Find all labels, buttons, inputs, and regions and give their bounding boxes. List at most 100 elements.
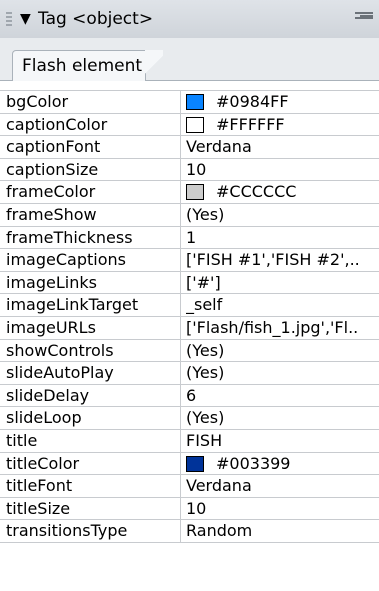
property-name: title (6, 430, 38, 450)
property-value-text: #FFFFFF (216, 114, 285, 134)
property-name: slideAutoPlay (6, 363, 114, 383)
property-value-text: ['Flash/fish_1.jpg','Fl.. (186, 317, 359, 337)
property-value-text: _self (186, 295, 223, 315)
panel-title: Tag <object> (38, 9, 154, 29)
column-divider (180, 136, 181, 158)
panel-options-icon[interactable] (355, 12, 373, 26)
property-name: imageLinks (6, 272, 97, 292)
property-row[interactable]: imageURLs ['Flash/fish_1.jpg','Fl.. (0, 316, 379, 340)
property-value-text: #003399 (216, 453, 291, 473)
property-value-text: #CCCCCC (216, 182, 297, 202)
property-value-text: FISH (186, 430, 223, 450)
property-row[interactable]: titleColor #003399 (0, 452, 379, 476)
property-row[interactable]: slideAutoPlay (Yes) (0, 362, 379, 385)
tab-strip: Flash element (0, 38, 379, 81)
property-value[interactable]: 10 (186, 159, 376, 181)
property-name: frameShow (6, 204, 97, 224)
property-row[interactable]: slideLoop (Yes) (0, 407, 379, 430)
color-swatch[interactable] (186, 94, 204, 110)
property-row[interactable]: captionFont Verdana (0, 136, 379, 159)
property-value-text: ['FISH #1','FISH #2',.. (186, 250, 360, 270)
column-divider (180, 294, 181, 316)
property-row[interactable]: titleFont Verdana (0, 475, 379, 498)
property-value[interactable]: (Yes) (186, 362, 376, 384)
property-row[interactable]: imageCaptions ['FISH #1','FISH #2',.. (0, 249, 379, 272)
property-row[interactable]: transitionsType Random (0, 520, 379, 543)
property-value[interactable]: (Yes) (186, 204, 376, 226)
property-grid: bgColor #0984FF captionColor #FFFFFF caption… (0, 90, 379, 543)
property-row[interactable]: imageLinkTarget _self (0, 294, 379, 317)
property-row[interactable]: frameThickness 1 (0, 226, 379, 250)
column-divider (180, 429, 181, 452)
property-value[interactable]: Verdana (186, 475, 376, 497)
panel-header[interactable]: ▼ Tag <object> (0, 0, 379, 39)
property-value[interactable]: #003399 (186, 453, 376, 475)
column-divider (180, 91, 181, 113)
property-row[interactable]: title FISH (0, 429, 379, 453)
property-row[interactable]: showControls (Yes) (0, 339, 379, 363)
property-name: frameColor (6, 182, 96, 202)
property-value[interactable]: ['#'] (186, 272, 376, 294)
property-row[interactable]: frameShow (Yes) (0, 203, 379, 227)
property-value[interactable]: ['Flash/fish_1.jpg','Fl.. (186, 317, 376, 339)
column-divider (180, 520, 181, 542)
column-divider (180, 271, 181, 294)
property-name: captionFont (6, 137, 101, 157)
property-row[interactable]: imageLinks ['#'] (0, 271, 379, 295)
property-row[interactable]: captionColor #FFFFFF (0, 113, 379, 137)
property-value-text: Verdana (186, 476, 252, 496)
column-divider (180, 203, 181, 226)
column-divider (180, 475, 181, 497)
property-value[interactable]: #FFFFFF (186, 114, 376, 136)
property-value-text: 6 (186, 385, 197, 405)
property-value[interactable]: Random (186, 520, 376, 542)
column-divider (180, 452, 181, 475)
property-name: titleFont (6, 476, 73, 496)
property-value-text: #0984FF (216, 92, 289, 111)
property-value[interactable]: #0984FF (186, 91, 376, 113)
property-row[interactable]: titleSize 10 (0, 497, 379, 521)
tab-flash-element[interactable]: Flash element (12, 50, 163, 81)
property-value[interactable]: (Yes) (186, 407, 376, 429)
property-row[interactable]: captionSize 10 (0, 158, 379, 182)
property-name: showControls (6, 340, 114, 360)
property-value-text: (Yes) (186, 363, 225, 383)
property-name: transitionsType (6, 521, 128, 541)
collapse-triangle-icon[interactable]: ▼ (20, 10, 31, 28)
column-divider (180, 181, 181, 203)
property-name: captionColor (6, 114, 108, 134)
column-divider (180, 407, 181, 429)
column-divider (180, 339, 181, 362)
column-divider (180, 226, 181, 249)
property-row[interactable]: slideDelay 6 (0, 384, 379, 408)
column-divider (180, 497, 181, 520)
property-value[interactable]: 1 (186, 227, 376, 249)
property-row[interactable]: bgColor #0984FF (0, 91, 379, 114)
property-row[interactable]: frameColor #CCCCCC (0, 181, 379, 204)
property-value-text: 10 (186, 159, 207, 179)
property-value[interactable]: 6 (186, 385, 376, 407)
property-value-text: (Yes) (186, 340, 225, 360)
tag-inspector-panel: ▼ Tag <object> Flash element bgColor #098… (0, 0, 379, 591)
property-value[interactable]: FISH (186, 430, 376, 452)
property-value[interactable]: #CCCCCC (186, 181, 376, 203)
property-value[interactable]: 10 (186, 498, 376, 520)
column-divider (180, 158, 181, 181)
property-name: imageLinkTarget (6, 295, 139, 315)
drag-grip-icon[interactable] (6, 12, 12, 28)
color-swatch[interactable] (186, 455, 204, 472)
property-value[interactable]: Verdana (186, 136, 376, 158)
tab-label: Flash element (22, 56, 143, 76)
color-swatch[interactable] (186, 184, 204, 201)
property-name: imageCaptions (6, 250, 126, 270)
column-divider (180, 113, 181, 136)
property-value-text: ['#'] (186, 272, 221, 292)
property-name: slideLoop (6, 408, 82, 428)
property-name: titleColor (6, 453, 80, 473)
property-name: captionSize (6, 159, 99, 179)
property-value[interactable]: ['FISH #1','FISH #2',.. (186, 249, 376, 271)
property-value[interactable]: (Yes) (186, 340, 376, 362)
property-value[interactable]: _self (186, 294, 376, 316)
color-swatch[interactable] (186, 116, 204, 133)
property-name: titleSize (6, 498, 71, 518)
